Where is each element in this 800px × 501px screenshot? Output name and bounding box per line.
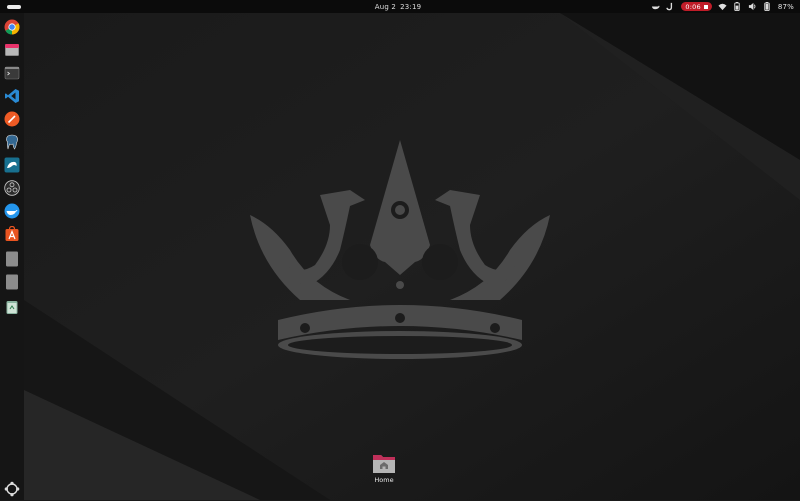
- stop-recording-icon[interactable]: [703, 4, 708, 9]
- postgres-icon[interactable]: [4, 134, 20, 150]
- app-center-icon[interactable]: [4, 226, 20, 242]
- clock[interactable]: Aug 2 23:19: [375, 3, 426, 11]
- vscode-icon[interactable]: [4, 88, 20, 104]
- home-folder-icon: [373, 455, 395, 473]
- generic-app-icon[interactable]: [4, 251, 20, 267]
- docker-desktop-icon[interactable]: [4, 203, 20, 219]
- files-icon[interactable]: [4, 42, 20, 58]
- home-folder-desktop-icon[interactable]: Home: [366, 452, 402, 492]
- battery-percent: 87%: [777, 2, 794, 11]
- mysql-workbench-icon[interactable]: [4, 157, 20, 173]
- docker-icon[interactable]: [651, 2, 660, 11]
- desktop-wallpaper: [24, 13, 800, 500]
- trash-icon[interactable]: [4, 299, 20, 315]
- j-app-icon[interactable]: [666, 2, 675, 11]
- recording-time: 0:06: [685, 2, 701, 11]
- obs-icon[interactable]: [4, 180, 20, 196]
- wallpaper-art: [24, 13, 800, 500]
- top-bar: Aug 2 23:19 0:06 87%: [0, 0, 800, 13]
- wifi-icon[interactable]: [718, 2, 727, 11]
- battery-status-icon[interactable]: [733, 2, 742, 11]
- screen-record-indicator[interactable]: 0:06: [681, 2, 712, 11]
- dock: [0, 13, 24, 500]
- clock-time: 23:19: [400, 2, 422, 11]
- clock-date: Aug 2: [374, 2, 397, 11]
- battery-icon[interactable]: [763, 2, 772, 11]
- activities-button[interactable]: [7, 4, 21, 9]
- home-folder-label: Home: [374, 476, 394, 484]
- volume-icon[interactable]: [748, 2, 757, 11]
- postman-icon[interactable]: [4, 111, 20, 127]
- chrome-icon[interactable]: [4, 19, 20, 35]
- system-tray: 0:06 87%: [651, 2, 794, 11]
- show-apps-icon[interactable]: [4, 481, 20, 497]
- terminal-icon[interactable]: [4, 65, 20, 81]
- generic-app-2-icon[interactable]: [4, 274, 20, 290]
